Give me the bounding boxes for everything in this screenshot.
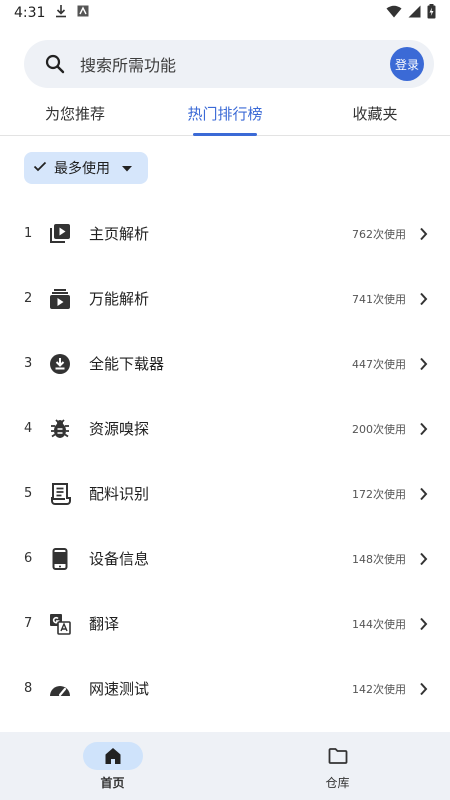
usage-count: 142次使用 [352, 682, 406, 696]
tab-favorites[interactable]: 收藏夹 [300, 92, 450, 135]
download-notification-icon [55, 4, 67, 22]
list-item[interactable]: 8 网速测试 142次使用 [0, 656, 450, 721]
battery-charging-icon [427, 3, 436, 23]
item-label: 资源嗅探 [89, 420, 150, 438]
bottom-navigation: 首页 仓库 [0, 732, 450, 800]
app-notification-icon [77, 5, 89, 21]
tab-bar: 为您推荐 热门排行榜 收藏夹 [0, 92, 450, 136]
login-button[interactable]: 登录 [390, 47, 424, 81]
item-label: 配料识别 [89, 485, 150, 503]
list-item[interactable]: 3 全能下载器 447次使用 [0, 331, 450, 396]
bug-icon [48, 417, 72, 441]
check-icon [32, 158, 48, 178]
speedometer-icon [48, 677, 72, 701]
chevron-right-icon [416, 682, 430, 696]
folder-icon [308, 742, 368, 770]
download-circle-icon [48, 352, 72, 376]
status-bar: 4:31 [0, 0, 450, 26]
status-left: 4:31 [14, 4, 89, 22]
usage-count: 200次使用 [352, 422, 406, 436]
item-label: 设备信息 [89, 550, 150, 568]
item-label: 万能解析 [89, 290, 150, 308]
status-time: 4:31 [14, 5, 46, 21]
sort-filter-chip[interactable]: 最多使用 [24, 152, 148, 184]
translate-icon [48, 612, 72, 636]
rank-number: 4 [24, 421, 33, 436]
usage-count: 447次使用 [352, 357, 406, 371]
rank-number: 6 [24, 551, 33, 566]
rank-number: 3 [24, 356, 33, 371]
search-input[interactable]: 搜索所需功能 [80, 52, 390, 76]
phone-icon [48, 547, 72, 571]
play-stack-icon [48, 287, 72, 311]
wifi-icon [386, 5, 402, 22]
list-item[interactable]: 7 翻译 144次使用 [0, 591, 450, 656]
chevron-right-icon [416, 292, 430, 306]
dropdown-arrow-icon [122, 160, 132, 176]
tab-recommended[interactable]: 为您推荐 [0, 92, 150, 135]
tab-hot-ranking[interactable]: 热门排行榜 [150, 92, 300, 136]
chevron-right-icon [416, 422, 430, 436]
nav-repository[interactable]: 仓库 [225, 732, 450, 800]
chevron-right-icon [416, 227, 430, 241]
rank-number: 2 [24, 291, 33, 306]
list-item[interactable]: 5 配料识别 172次使用 [0, 461, 450, 526]
usage-count: 172次使用 [352, 487, 406, 501]
filter-label: 最多使用 [54, 161, 110, 177]
chevron-right-icon [416, 552, 430, 566]
usage-count: 148次使用 [352, 552, 406, 566]
search-icon[interactable] [44, 53, 66, 75]
list-item[interactable]: 4 资源嗅探 200次使用 [0, 396, 450, 461]
rank-number: 7 [24, 616, 33, 631]
usage-count: 741次使用 [352, 292, 406, 306]
rank-number: 8 [24, 681, 33, 696]
item-label: 主页解析 [89, 225, 150, 243]
rank-number: 1 [24, 226, 33, 241]
rank-number: 5 [24, 486, 33, 501]
chevron-right-icon [416, 357, 430, 371]
list-item[interactable]: 1 主页解析 762次使用 [0, 201, 450, 266]
search-bar[interactable]: 搜索所需功能 登录 [24, 40, 434, 88]
nav-home[interactable]: 首页 [0, 732, 225, 800]
list-item[interactable]: 6 设备信息 148次使用 [0, 526, 450, 591]
usage-count: 144次使用 [352, 617, 406, 631]
chevron-right-icon [416, 617, 430, 631]
list-item[interactable]: 2 万能解析 741次使用 [0, 266, 450, 331]
item-label: 网速测试 [89, 680, 150, 698]
nav-home-label: 首页 [100, 775, 125, 790]
item-label: 翻译 [89, 615, 120, 633]
nav-repository-label: 仓库 [325, 775, 350, 790]
home-icon [82, 741, 143, 770]
usage-count: 762次使用 [352, 227, 406, 241]
chevron-right-icon [416, 487, 430, 501]
item-label: 全能下载器 [89, 355, 165, 373]
video-library-icon [48, 222, 72, 246]
ranking-list: 1 主页解析 762次使用 2 万能解析 741次使用 3 全能下载器 447次… [0, 201, 450, 721]
signal-icon [408, 5, 421, 22]
receipt-icon [48, 482, 72, 506]
status-right [386, 3, 436, 23]
